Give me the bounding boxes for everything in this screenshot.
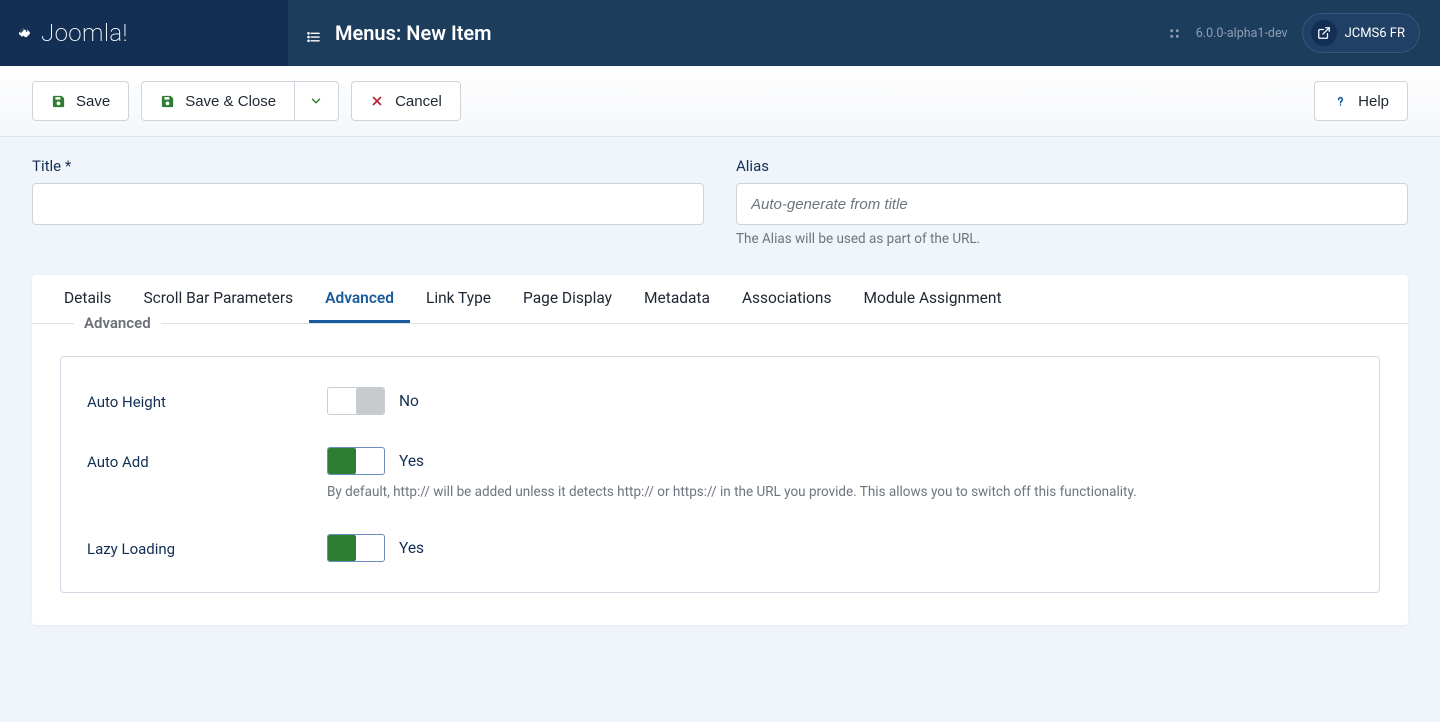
cancel-button[interactable]: Cancel — [351, 81, 461, 121]
title-input[interactable] — [32, 183, 704, 225]
cancel-label: Cancel — [395, 93, 442, 110]
save-close-button[interactable]: Save & Close — [141, 81, 295, 121]
brand-text: Joomla! — [41, 19, 128, 47]
save-close-label: Save & Close — [185, 93, 276, 110]
logo-area[interactable]: Joomla! — [0, 0, 288, 66]
lazy-loading-toggle[interactable] — [327, 534, 385, 562]
version-text: 6.0.0-alpha1-dev — [1196, 26, 1288, 41]
tab-link-type[interactable]: Link Type — [410, 275, 507, 323]
header: Joomla! Menus: New Item 6.0.0-alpha1-dev… — [0, 0, 1440, 66]
auto-height-value: No — [399, 392, 419, 410]
save-dropdown-button[interactable] — [295, 81, 339, 121]
save-icon — [160, 94, 175, 109]
page-title: Menus: New Item — [335, 21, 492, 45]
tab-page-display[interactable]: Page Display — [507, 275, 628, 323]
question-icon — [1333, 94, 1348, 109]
tabs-card: Details Scroll Bar Parameters Advanced L… — [32, 275, 1408, 625]
auto-height-toggle[interactable] — [327, 387, 385, 415]
main: Title * Alias The Alias will be used as … — [0, 137, 1440, 645]
option-lazy-loading: Lazy Loading Yes — [87, 534, 1353, 562]
auto-height-label: Auto Height — [87, 387, 327, 411]
auto-add-desc: By default, http:// will be added unless… — [327, 483, 1353, 502]
auto-add-toggle[interactable] — [327, 447, 385, 475]
title-field-col: Title * — [32, 157, 704, 247]
tab-module-assignment[interactable]: Module Assignment — [847, 275, 1017, 323]
auto-add-label: Auto Add — [87, 447, 327, 471]
toolbar: Save Save & Close Cancel — [0, 66, 1440, 137]
help-label: Help — [1358, 93, 1389, 110]
advanced-fieldset: Auto Height No Auto Add — [60, 356, 1380, 593]
option-auto-add: Auto Add Yes By default, http:// will be… — [87, 447, 1353, 502]
title-label: Title * — [32, 157, 704, 175]
fieldset-legend: Advanced — [74, 314, 161, 332]
joomla-mini-icon — [1167, 26, 1182, 41]
toolbar-right: Help — [1314, 81, 1408, 121]
joomla-logo-icon — [18, 26, 33, 41]
site-preview-button[interactable]: JCMS6 FR — [1302, 13, 1420, 53]
alias-field-col: Alias The Alias will be used as part of … — [736, 157, 1408, 247]
close-icon — [370, 94, 385, 109]
external-link-icon — [1311, 20, 1337, 46]
list-icon — [306, 26, 321, 41]
site-label: JCMS6 FR — [1345, 26, 1405, 41]
header-right: 6.0.0-alpha1-dev JCMS6 FR — [1147, 13, 1440, 53]
help-button[interactable]: Help — [1314, 81, 1408, 121]
lazy-loading-value: Yes — [399, 539, 424, 557]
title-alias-row: Title * Alias The Alias will be used as … — [32, 157, 1408, 247]
toolbar-left: Save Save & Close Cancel — [32, 81, 461, 121]
lazy-loading-label: Lazy Loading — [87, 534, 327, 558]
alias-input[interactable] — [736, 183, 1408, 225]
tab-content-advanced: Advanced Auto Height No Auto Add — [32, 324, 1408, 625]
save-icon — [51, 94, 66, 109]
save-close-group: Save & Close — [141, 81, 339, 121]
tab-bar: Details Scroll Bar Parameters Advanced L… — [32, 275, 1408, 324]
save-button[interactable]: Save — [32, 81, 129, 121]
tab-metadata[interactable]: Metadata — [628, 275, 726, 323]
option-auto-height: Auto Height No — [87, 387, 1353, 415]
chevron-down-icon — [309, 94, 324, 109]
tab-advanced[interactable]: Advanced — [309, 275, 410, 323]
title-area: Menus: New Item — [288, 21, 1147, 45]
save-label: Save — [76, 93, 110, 110]
auto-add-value: Yes — [399, 452, 424, 470]
tab-associations[interactable]: Associations — [726, 275, 848, 323]
alias-label: Alias — [736, 157, 1408, 175]
alias-hint: The Alias will be used as part of the UR… — [736, 231, 1408, 247]
